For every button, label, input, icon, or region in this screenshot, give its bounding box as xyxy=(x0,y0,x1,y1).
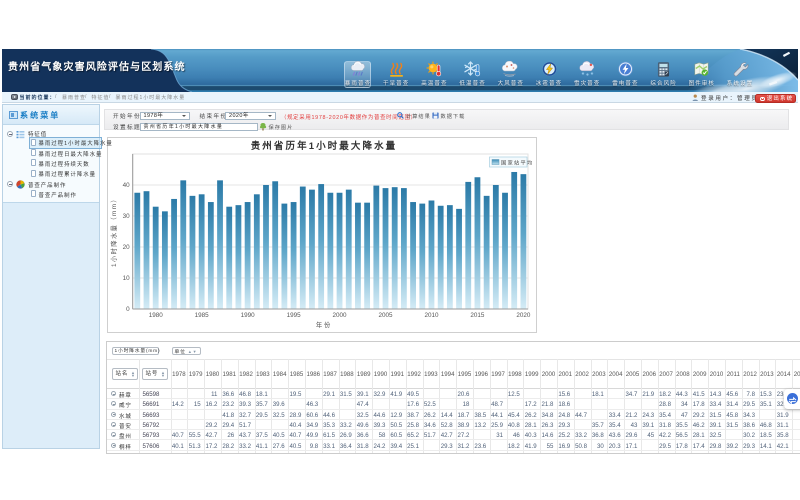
svg-text:10: 10 xyxy=(122,275,130,282)
svg-text:2020: 2020 xyxy=(516,312,531,319)
svg-text:1995: 1995 xyxy=(286,312,301,319)
svg-text:贵州省历年1小时最大降水量: 贵州省历年1小时最大降水量 xyxy=(250,140,397,152)
svg-text:国家站平均: 国家站平均 xyxy=(501,158,533,166)
svg-text:2015: 2015 xyxy=(470,312,485,319)
svg-text:0: 0 xyxy=(126,306,130,313)
svg-text:2005: 2005 xyxy=(378,312,393,319)
svg-text:1小时降水量（mm）: 1小时降水量（mm） xyxy=(109,195,118,267)
svg-text:1985: 1985 xyxy=(194,312,209,319)
svg-text:1980: 1980 xyxy=(148,312,163,319)
svg-text:40: 40 xyxy=(122,182,130,189)
svg-text:30: 30 xyxy=(122,213,130,220)
svg-text:年份: 年份 xyxy=(315,320,331,329)
svg-text:2010: 2010 xyxy=(424,312,439,319)
svg-text:2000: 2000 xyxy=(332,312,347,319)
svg-text:1990: 1990 xyxy=(240,312,255,319)
svg-text:20: 20 xyxy=(122,244,130,251)
